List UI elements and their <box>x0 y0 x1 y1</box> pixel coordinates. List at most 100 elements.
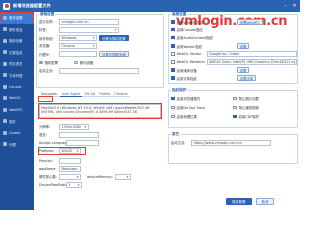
advanced-item-button[interactable]: 设置WebRTC <box>236 19 264 25</box>
sidebar-item[interactable]: 位置信息 <box>0 47 34 59</box>
advanced-item-checkbox[interactable] <box>171 76 175 80</box>
advanced-item-checkbox[interactable] <box>171 59 175 64</box>
sidebar-item-icon <box>3 15 7 20</box>
fingerprint-item-checkbox[interactable] <box>233 96 237 101</box>
sidebar-item[interactable]: 媒体设备 <box>0 35 34 47</box>
sidebar-item[interactable]: 字体列表 <box>0 70 34 82</box>
sidebar-item-icon <box>3 119 7 124</box>
advanced-item-checkbox[interactable] <box>171 51 175 56</box>
random-label: 随机配置 <box>44 61 59 65</box>
advanced-item-row: 启用WebGL指纹 设置 <box>171 43 250 49</box>
ua-tab[interactable]: User Agent <box>59 92 83 97</box>
sidebar-item[interactable]: 硬件信息 <box>0 24 34 36</box>
advanced-item-checkbox[interactable] <box>171 35 175 40</box>
advanced-item-label: 启用媒体设备 <box>176 68 197 73</box>
random-radio[interactable] <box>39 60 43 65</box>
advanced-item-button[interactable]: 设置 <box>236 67 250 73</box>
homepage-input[interactable]: https://www.vmlogin.com.cn <box>191 140 271 146</box>
fingerprint-item-row: 禁止播放视频 <box>233 105 259 110</box>
advanced-item-row: 启用媒体设备 设置 <box>171 67 250 73</box>
memory-label: deviceMemory: <box>87 174 113 179</box>
fingerprint-item-row: 启用CDP保护 <box>233 114 259 119</box>
mobile-radio[interactable] <box>74 60 78 65</box>
ua-tab[interactable]: Chrome <box>112 92 130 97</box>
fingerprint-group-title: 指纹保护 <box>171 88 188 93</box>
advanced-item-checkbox[interactable] <box>171 20 175 24</box>
advanced-item-checkbox[interactable] <box>171 44 175 48</box>
sidebar-item[interactable]: 代理 <box>0 139 34 151</box>
ua-tab[interactable]: Firefox <box>97 92 113 97</box>
advanced-item-checkbox[interactable] <box>171 27 175 32</box>
advanced-item-label: 启用WebRTC插件 <box>176 20 204 25</box>
fingerprint-item-label: 启用地理位置 <box>176 115 197 119</box>
advanced-item-button[interactable]: 设置 <box>236 43 250 49</box>
sidebar-item[interactable]: 基本设置 <box>0 12 34 24</box>
sidebar-item-label: Cookie <box>9 130 21 135</box>
sidebar-item-icon <box>3 73 7 78</box>
proxy-input[interactable] <box>59 51 97 57</box>
sidebar: 基本设置 硬件信息媒体设备位置信息时区语言字体列表 Canvas WebGL WebRT… <box>0 12 34 210</box>
sidebar-item-label: WebRTC <box>9 107 23 112</box>
set-proxy-button[interactable]: 设置代理服务器 <box>99 51 129 57</box>
memory-select[interactable] <box>114 174 131 180</box>
fingerprint-item-label: 禁止图片加载 <box>238 97 259 101</box>
product-input[interactable] <box>59 158 81 164</box>
ua-highlight <box>38 103 162 119</box>
cpu-label: 硬件核心数: <box>39 175 58 180</box>
app-logo-icon <box>3 2 10 10</box>
resolution-select[interactable]: 1920x1080 <box>59 124 89 130</box>
minimize-icon[interactable]: – <box>282 2 289 9</box>
sidebar-item-label: 插件 <box>9 119 16 124</box>
cpu-select[interactable] <box>59 174 81 180</box>
sidebar-item-icon <box>3 96 7 101</box>
language-input[interactable] <box>59 132 99 138</box>
appname-label: appName: <box>39 166 57 171</box>
language-label: 语言: <box>39 133 47 138</box>
sidebar-item[interactable]: 插件 <box>0 116 34 128</box>
sidebar-item-label: 时区语言 <box>9 62 23 67</box>
fingerprint-item-row: 禁止图片加载 <box>233 96 259 101</box>
fingerprint-item-checkbox[interactable] <box>171 105 175 110</box>
appname-input[interactable]: Netscape <box>59 166 81 172</box>
sidebar-item-icon <box>3 130 7 135</box>
tag-select[interactable] <box>59 27 119 33</box>
advanced-item-button[interactable]: 设置字体 <box>236 75 257 81</box>
sidebar-item[interactable]: WebRTC <box>0 104 34 116</box>
fingerprint-item-checkbox[interactable] <box>233 114 237 119</box>
start-url-input[interactable] <box>59 68 139 74</box>
cancel-button[interactable]: 取消 <box>255 198 275 205</box>
dpr-select[interactable]: 1 <box>66 182 82 188</box>
name-input[interactable]: vmlogin.com.cn <box>59 19 119 25</box>
browser-select[interactable]: Chrome <box>59 43 97 49</box>
save-button[interactable]: 保存配置 <box>226 198 252 205</box>
ua-tab[interactable]: OS UA <box>82 92 98 97</box>
advanced-item-value[interactable]: Google Inc. (Intel) <box>206 51 297 57</box>
os-select[interactable]: Windows <box>59 35 97 41</box>
fingerprint-item-checkbox[interactable] <box>233 105 237 110</box>
fingerprint-item-checkbox[interactable] <box>171 96 175 101</box>
advanced-item-row: 启用WebRTC插件 设置WebRTC <box>171 19 264 25</box>
sidebar-item[interactable]: 时区语言 <box>0 58 34 70</box>
random-config-button[interactable]: 设置为随机配置 <box>99 35 129 41</box>
other-group-title: 其它 <box>171 132 181 137</box>
sidebar-item-label: 字体列表 <box>9 73 23 78</box>
window-controls: – ✕ <box>282 2 298 9</box>
advanced-item-row: 启用AudioContext指纹 <box>171 35 235 40</box>
advanced-item-value[interactable]: ANGLE (Intel, Intel(R) UHD Graphics Dire… <box>206 59 297 65</box>
sidebar-item[interactable]: WebGL <box>0 93 34 105</box>
accept-language-input[interactable] <box>66 140 99 146</box>
fingerprint-item-label: 启用Do Not Track <box>176 106 206 110</box>
sidebar-item-label: 媒体设备 <box>9 39 23 44</box>
profile-window: 新增浏览器配置文件 – ✕ vmlogin.com.cn 基本设置 硬件信息 媒体设… <box>0 0 300 210</box>
browser-label: 浏览器: <box>39 44 51 49</box>
advanced-item-label: 启用字体指纹 <box>176 76 197 81</box>
sidebar-item-label: Canvas <box>9 84 22 89</box>
fingerprint-item-label: 启用CDP保护 <box>238 115 260 119</box>
sidebar-item[interactable]: Cookie <box>0 127 34 139</box>
close-icon[interactable]: ✕ <box>291 2 298 9</box>
sidebar-item[interactable]: Canvas <box>0 81 34 93</box>
advanced-item-row: WebGL Vendor Google Inc. (Intel) <box>171 51 297 57</box>
advanced-item-checkbox[interactable] <box>171 68 175 72</box>
sidebar-item-icon <box>3 142 7 147</box>
fingerprint-item-checkbox[interactable] <box>171 114 175 119</box>
